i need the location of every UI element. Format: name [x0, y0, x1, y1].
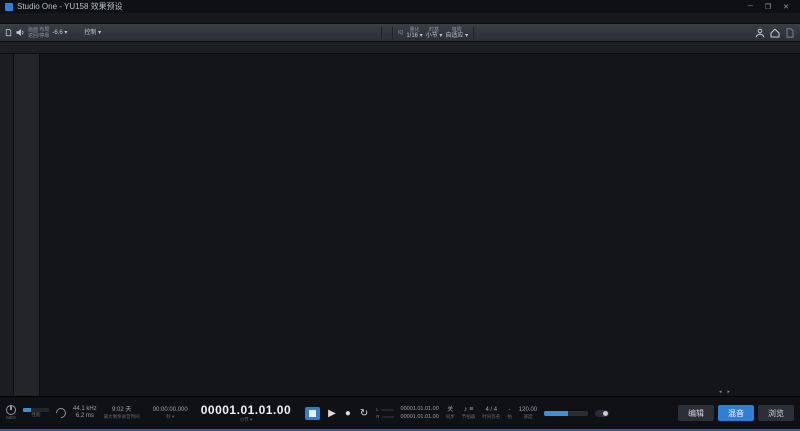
channel-param-panel: [14, 54, 40, 396]
midi-activity: MIDI: [6, 405, 16, 420]
mixer-hscroll-arrows[interactable]: ◂▸: [719, 389, 736, 395]
main-toolbar: 画面 布局返回/停靠 -6.6 ▾ 控制 ▾ IQ 量化1/16 ▾ 时基小节 …: [0, 24, 800, 42]
transport-bar: MIDI 性能 44.1 kHz 6.2 ms 9:02 天 最大剩余录音时间 …: [0, 396, 800, 429]
menu-bar: [0, 13, 800, 24]
timebase-dropdown[interactable]: 时基小节 ▾: [426, 27, 443, 39]
document-icon[interactable]: [784, 27, 796, 39]
mix-console: ◂▸: [0, 54, 800, 396]
metronome-button[interactable]: ♪ ≡ 节拍器: [462, 406, 476, 419]
time-signature-readout[interactable]: 4 / 4 时间签名: [482, 407, 500, 419]
title-bar: Studio One - YU158 效果预设 ─ ❐ ✕: [0, 0, 800, 13]
user-icon[interactable]: [754, 27, 766, 39]
browse-page-button[interactable]: 浏览: [758, 405, 794, 421]
samplerate-readout: 44.1 kHz 6.2 ms: [73, 406, 97, 420]
performance-meter[interactable]: 性能: [23, 408, 49, 417]
stop-button[interactable]: [305, 407, 320, 420]
maximize-button[interactable]: ❐: [765, 3, 771, 11]
play-button[interactable]: ▶: [327, 408, 337, 419]
loop-range-display[interactable]: 00001.01.01.00 00001.01.01.00: [401, 406, 439, 419]
sync-toggle[interactable]: 关 同步: [446, 407, 455, 419]
home-icon[interactable]: [769, 27, 781, 39]
studio-one-window: Studio One - YU158 效果预设 ─ ❐ ✕ 画面 布局返回/停靠…: [0, 0, 800, 431]
timeline-ruler[interactable]: [0, 42, 800, 54]
output-meter-lr: L R: [376, 407, 393, 419]
channel-strips-area: ◂▸: [40, 54, 800, 396]
speaker-icon[interactable]: [16, 28, 25, 37]
main-time-display[interactable]: 00001.01.01.00 小节 ▾: [201, 404, 291, 423]
edit-page-button[interactable]: 编辑: [678, 405, 714, 421]
tempo-slider[interactable]: [544, 411, 588, 416]
close-button[interactable]: ✕: [783, 3, 789, 11]
iq-label: IQ: [398, 30, 403, 36]
snap-dropdown[interactable]: 吸附自适应 ▾: [445, 27, 468, 39]
record-button[interactable]: ●: [344, 408, 352, 419]
layout-label: 画面 布局返回/停靠: [28, 27, 49, 39]
secondary-time-display[interactable]: 00:00:00.000 秒 ▾: [153, 407, 188, 419]
tempo-toggle[interactable]: [595, 410, 609, 417]
minimize-button[interactable]: ─: [748, 3, 753, 11]
app-icon: [5, 3, 13, 11]
record-time-readout: 9:02 天 最大剩余录音时间: [104, 407, 140, 419]
loop-button[interactable]: ↻: [359, 408, 369, 419]
beat-readout: - 拍: [507, 407, 512, 419]
midi-knob-icon: [6, 405, 16, 415]
quantize-dropdown[interactable]: 量化1/16 ▾: [406, 27, 422, 39]
control-dropdown[interactable]: 控制 ▾: [84, 30, 101, 36]
window-title: Studio One - YU158 效果预设: [17, 1, 123, 12]
layers-icon[interactable]: [4, 28, 13, 37]
mix-page-button[interactable]: 混音: [718, 405, 754, 421]
cpu-gauge-icon: [54, 406, 68, 420]
console-left-rail: [0, 54, 14, 396]
tempo-readout[interactable]: 120.00 速度: [519, 407, 537, 419]
gain-readout[interactable]: -6.6 ▾: [52, 30, 67, 36]
